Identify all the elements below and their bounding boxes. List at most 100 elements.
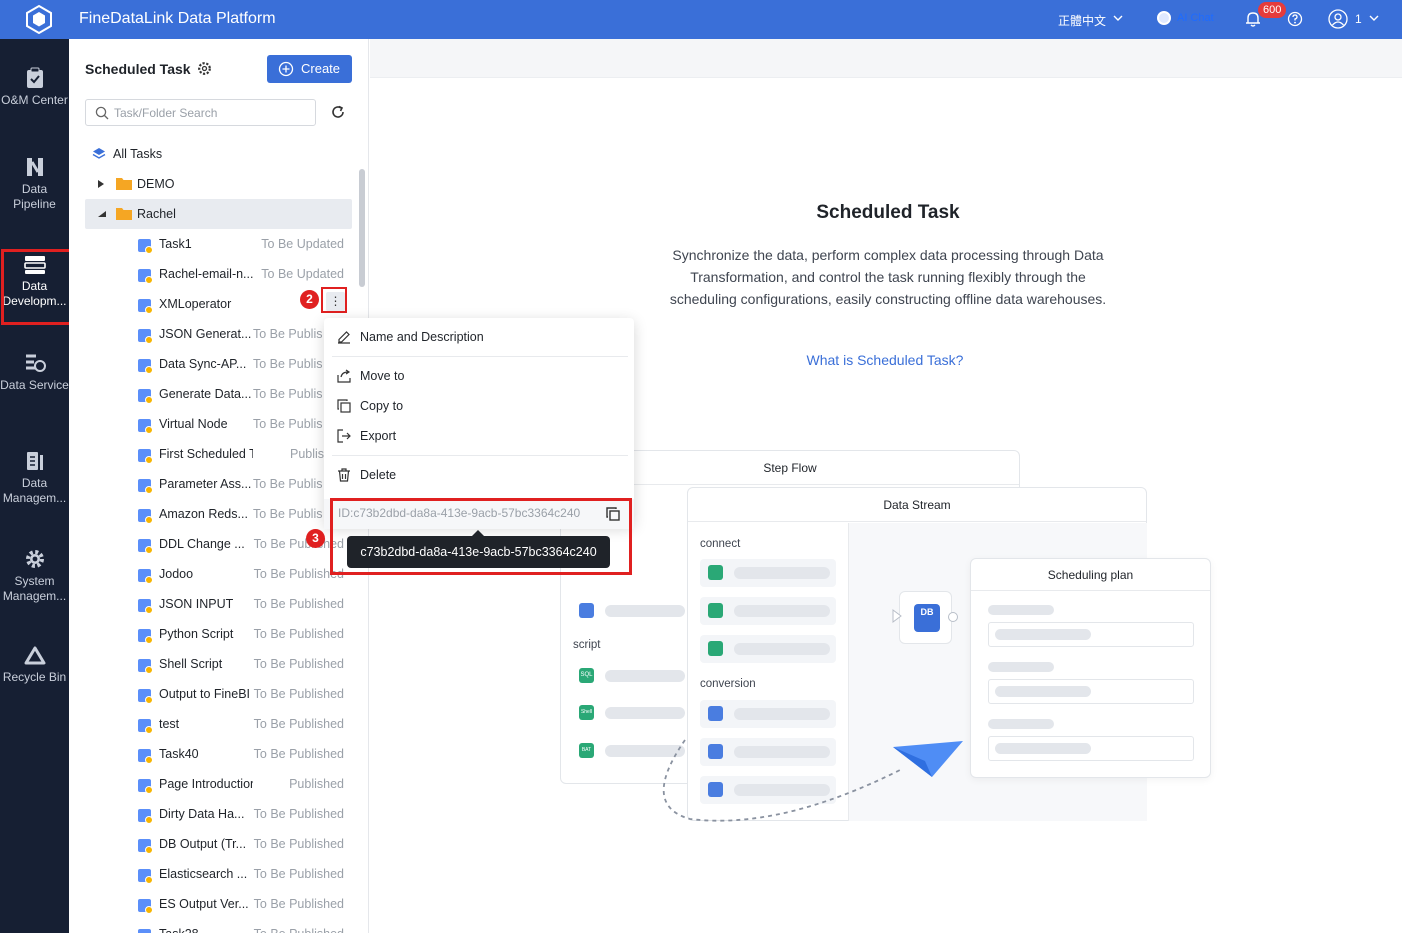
scheduled-task-icon [138,839,153,854]
user-avatar-icon[interactable] [1328,9,1348,29]
settings-gear-icon[interactable] [197,61,212,76]
menu-divider [332,356,628,357]
task-row[interactable]: Shell Script To Be Published [85,649,352,679]
nav-item-om-center[interactable]: O&M Center [0,67,69,108]
menu-item-copy-to[interactable]: Copy to [324,391,634,421]
annotation-box-2 [321,287,347,313]
task-status: To Be Published [253,747,344,761]
task-row[interactable]: ES Output Ver... To Be Published [85,889,352,919]
task-row[interactable]: Page Introduction Published [85,769,352,799]
task-row[interactable]: Task1 To Be Updated [85,229,352,259]
task-row[interactable]: Parameter Ass... To Be Publis [85,469,352,499]
scheduled-task-icon [138,809,153,824]
task-status: Publis [290,447,325,461]
task-status: To Be Published [254,927,344,933]
task-name: Task28 [159,927,253,933]
nav-item-data-pipeline[interactable]: Data Pipeline [0,156,69,212]
connect-icon [708,603,723,618]
layers-icon [92,148,106,159]
menu-item-name-description[interactable]: Name and Description [324,322,634,352]
scheduled-task-icon [138,269,153,284]
gear-icon [25,550,44,568]
tree-label: DEMO [137,177,175,191]
task-row[interactable]: Virtual Node To Be Publis [85,409,352,439]
task-name: JSON Generat... [159,327,252,341]
app-title: FineDataLink Data Platform [79,10,276,27]
create-button[interactable]: Create [267,55,352,83]
task-row[interactable]: Dirty Data Ha... To Be Published [85,799,352,829]
task-status: Published [289,777,344,791]
nav-item-system-management[interactable]: System Managem... [0,548,69,604]
task-row[interactable]: JSON Generat... To Be Publis [85,319,352,349]
caret-down-icon[interactable] [98,211,106,217]
task-row[interactable]: Output to FineBI To Be Published [85,679,352,709]
main-nav: O&M Center Data Pipeline Data Developm..… [0,39,69,933]
menu-item-export[interactable]: Export [324,421,634,451]
menu-item-label: Move to [360,369,405,383]
help-icon[interactable] [1287,11,1303,27]
skeleton-bar [988,605,1054,615]
task-row[interactable]: Generate Data... To Be Publis [85,379,352,409]
skeleton-bar [734,643,830,655]
skeleton-row: Shell [571,699,691,727]
skeleton-bar [995,743,1091,754]
scheduled-task-icon [138,329,153,344]
menu-item-delete[interactable]: Delete [324,460,634,490]
refresh-icon[interactable] [330,104,346,120]
chevron-down-icon[interactable] [1368,12,1380,24]
folder-rachel[interactable]: Rachel [85,199,352,229]
task-row[interactable]: Task28To Be Published [85,919,352,933]
skeleton-row [700,597,836,625]
skeleton-bar [988,662,1054,672]
task-name: DB Output (Tr... [159,837,247,851]
scheduled-task-icon [138,569,153,584]
sql-icon: SQL [579,668,594,683]
scheduled-task-icon [138,659,153,674]
task-row[interactable]: Task40 To Be Published [85,739,352,769]
task-row[interactable]: Python Script To Be Published [85,619,352,649]
skeleton-row [571,597,691,625]
menu-item-move-to[interactable]: Move to [324,361,634,391]
task-row[interactable]: test To Be Published [85,709,352,739]
task-row[interactable]: Amazon Reds... To Be Publis [85,499,352,529]
task-row[interactable]: First Scheduled Task Publis [85,439,352,469]
task-status: To Be Publis [253,507,323,521]
export-icon [337,429,351,443]
task-row[interactable]: Rachel-email-n... To Be Updated [85,259,352,289]
task-search-input[interactable]: Task/Folder Search [85,99,316,126]
skeleton-input [988,622,1194,647]
tree-item-all-tasks[interactable]: All Tasks [85,139,352,169]
task-row[interactable]: JSON INPUT To Be Published [85,589,352,619]
task-row[interactable]: Data Sync-AP... To Be Publis [85,349,352,379]
nav-item-data-management[interactable]: Data Managem... [0,450,69,506]
task-name: Parameter Ass... [159,477,252,491]
task-name: First Scheduled Task [159,447,253,461]
nav-item-recycle-bin[interactable]: Recycle Bin [0,646,69,685]
menu-item-label: Delete [360,468,397,482]
db-node: DB [899,591,952,644]
task-name: Generate Data... [159,387,252,401]
chevron-down-icon[interactable] [1112,12,1124,24]
skeleton-row: SQL [571,662,691,690]
task-status: To Be Published [253,717,344,731]
port-triangle-icon [892,609,902,623]
task-row[interactable]: Elasticsearch ... To Be Published [85,859,352,889]
connect-icon [708,565,723,580]
folder-demo[interactable]: DEMO [85,169,352,199]
sidebar-scrollbar[interactable] [359,169,365,287]
language-selector[interactable]: 正體中文 [1058,12,1106,29]
scheduled-task-icon [138,389,153,404]
bat-icon: BAT [579,743,594,758]
task-row[interactable]: Jodoo To Be Published [85,559,352,589]
upload-icon [579,603,594,618]
skeleton-input [988,679,1194,704]
ai-assistant-label[interactable]: AI Chat [1177,12,1214,24]
data-service-icon [25,354,46,372]
ai-assistant-icon[interactable] [1157,11,1171,25]
caret-right-icon[interactable] [98,180,104,188]
user-name[interactable]: 1 [1355,12,1362,26]
nav-item-data-service[interactable]: Data Service [0,352,69,393]
scheduled-task-icon [138,509,153,524]
task-row[interactable]: DB Output (Tr... To Be Published [85,829,352,859]
scheduled-task-icon [138,929,151,933]
